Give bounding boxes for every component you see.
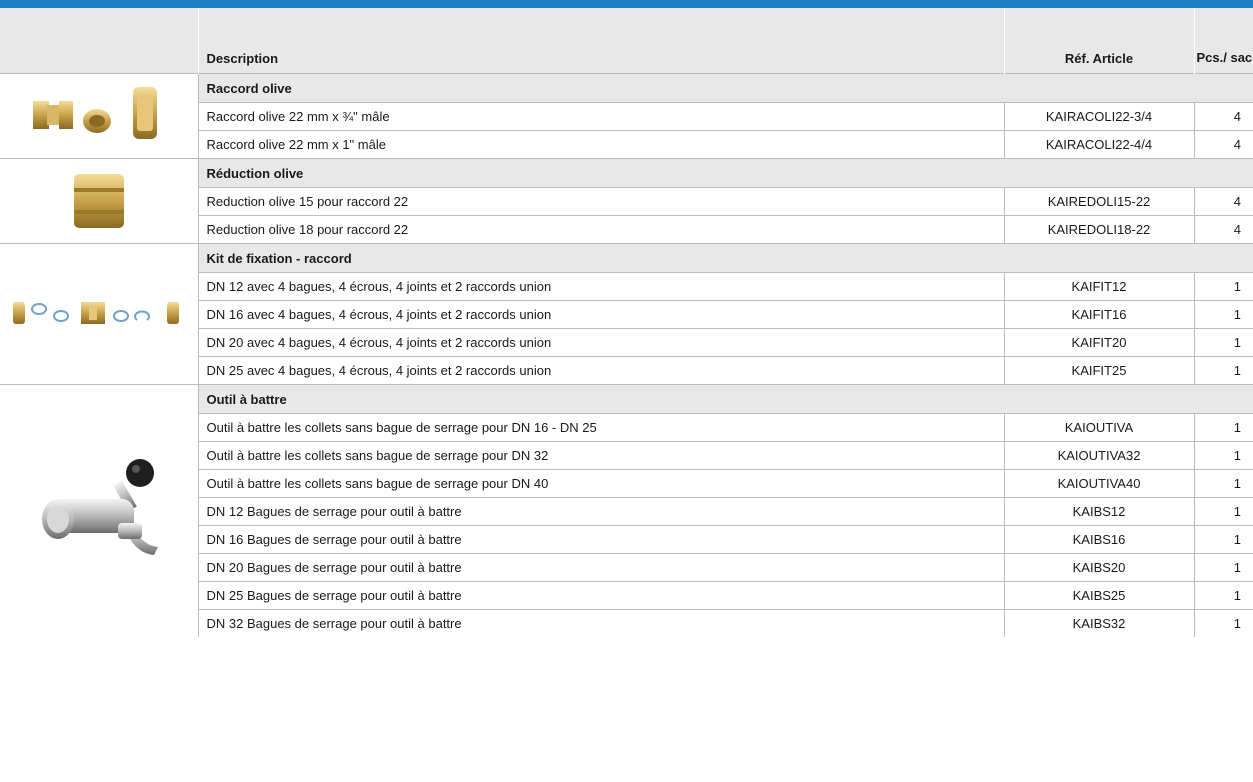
group-title: Raccord olive [197,73,1253,103]
item-description: DN 16 avec 4 bagues, 4 écrous, 4 joints … [197,300,1004,329]
item-quantity: 1 [1193,525,1253,554]
reference-column-header: Réf. Article [1003,8,1194,74]
product-image [0,243,198,385]
item-description: Raccord olive 22 mm x ¾" mâle [197,102,1004,131]
image-column-header [0,8,199,74]
group-header-row: Réduction olive [0,158,1253,244]
item-quantity: 4 [1193,130,1253,159]
item-quantity: 1 [1193,413,1253,442]
item-description: Reduction olive 15 pour raccord 22 [197,187,1004,216]
item-quantity: 4 [1193,102,1253,131]
fixing-kit-icon [12,302,179,324]
item-quantity: 4 [1193,215,1253,244]
item-description: Outil à battre les collets sans bague de… [197,469,1004,498]
top-accent-bar [0,0,1253,8]
product-image [0,158,198,244]
item-description: DN 25 avec 4 bagues, 4 écrous, 4 joints … [197,356,1004,385]
item-reference: KAIOUTIVA40 [1003,469,1194,498]
item-quantity: 1 [1193,356,1253,385]
group-title: Réduction olive [197,158,1253,188]
item-reference: KAIFIT12 [1003,272,1194,301]
item-description: Raccord olive 22 mm x 1" mâle [197,130,1004,159]
item-reference: KAIRACOLI22-4/4 [1003,130,1194,159]
item-quantity: 1 [1193,328,1253,357]
item-quantity: 1 [1193,272,1253,301]
brass-olive-fittings-icon [32,87,157,139]
item-description: DN 12 avec 4 bagues, 4 écrous, 4 joints … [197,272,1004,301]
item-reference: KAIFIT16 [1003,300,1194,329]
item-reference: KAIREDOLI15-22 [1003,187,1194,216]
item-description: DN 25 Bagues de serrage pour outil à bat… [197,581,1004,610]
item-reference: KAIFIT20 [1003,328,1194,357]
pieces-column-header: Pcs./ sac [1193,8,1253,74]
item-reference: KAIRACOLI22-3/4 [1003,102,1194,131]
item-quantity: 1 [1193,553,1253,582]
flaring-tool-icon [41,459,158,555]
item-description: Outil à battre les collets sans bague de… [197,441,1004,470]
item-quantity: 1 [1193,497,1253,526]
group-header-row: Outil à battre [0,384,1253,637]
item-quantity: 1 [1193,609,1253,637]
item-reference: KAIBS12 [1003,497,1194,526]
item-quantity: 1 [1193,581,1253,610]
group-title: Outil à battre [197,384,1253,414]
item-description: DN 20 Bagues de serrage pour outil à bat… [197,553,1004,582]
group-title: Kit de fixation - raccord [197,243,1253,273]
product-image [0,73,198,159]
table-header-row: Description Réf. Article Pcs./ sac [0,8,1253,74]
item-reference: KAIOUTIVA32 [1003,441,1194,470]
item-quantity: 1 [1193,300,1253,329]
item-reference: KAIBS20 [1003,553,1194,582]
item-description: DN 12 Bagues de serrage pour outil à bat… [197,497,1004,526]
item-description: Reduction olive 18 pour raccord 22 [197,215,1004,244]
item-quantity: 4 [1193,187,1253,216]
product-image [0,384,198,637]
item-reference: KAIBS32 [1003,609,1194,637]
description-column-header: Description [197,8,1004,74]
brass-reducer-icon [73,174,124,228]
item-quantity: 1 [1193,469,1253,498]
item-description: DN 20 avec 4 bagues, 4 écrous, 4 joints … [197,328,1004,357]
group-header-row: Kit de fixation - raccord [0,243,1253,385]
group-header-row: Raccord olive [0,73,1253,159]
item-reference: KAIREDOLI18-22 [1003,215,1194,244]
item-reference: KAIBS16 [1003,525,1194,554]
item-description: DN 16 Bagues de serrage pour outil à bat… [197,525,1004,554]
item-description: DN 32 Bagues de serrage pour outil à bat… [197,609,1004,637]
item-reference: KAIFIT25 [1003,356,1194,385]
item-reference: KAIOUTIVA [1003,413,1194,442]
item-reference: KAIBS25 [1003,581,1194,610]
product-table: Description Réf. Article Pcs./ sac Racco… [0,8,1253,637]
item-description: Outil à battre les collets sans bague de… [197,413,1004,442]
item-quantity: 1 [1193,441,1253,470]
